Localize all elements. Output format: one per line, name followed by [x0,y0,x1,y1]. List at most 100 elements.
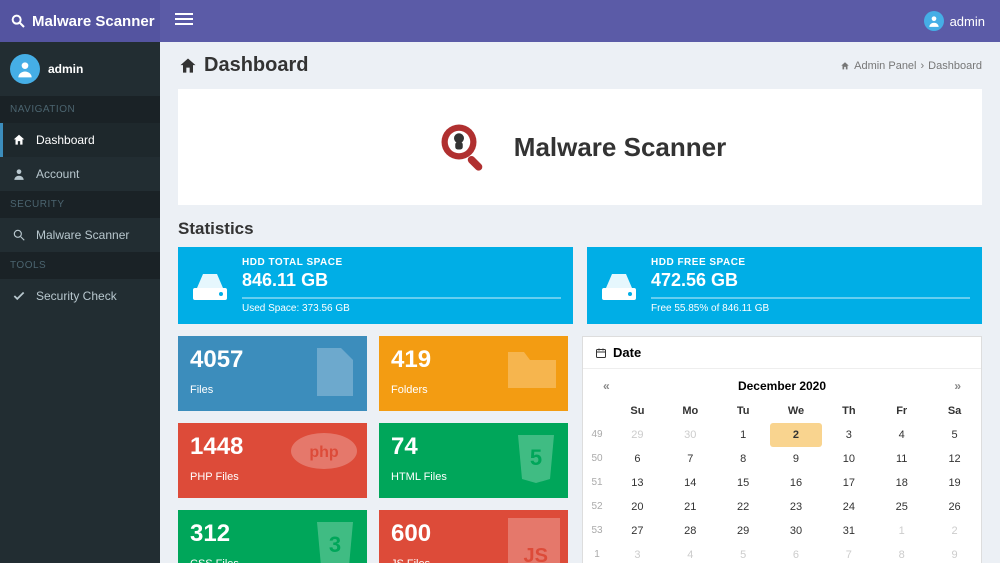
home-icon [12,133,26,147]
sidebar-item-label: Dashboard [36,133,95,147]
calendar-day[interactable]: 30 [770,519,823,543]
calendar-day[interactable]: 10 [822,447,875,471]
stat-php[interactable]: 1448 PHP Files php [178,423,367,498]
calendar-day[interactable]: 8 [717,447,770,471]
sidebar-item-account[interactable]: Account [0,157,160,191]
stat-js[interactable]: 600 JS Files JS [379,510,568,563]
calendar-day[interactable]: 2 [770,423,823,447]
calendar-day[interactable]: 1 [717,423,770,447]
person-icon [15,59,35,79]
hdd-total-label: HDD TOTAL SPACE [242,257,561,268]
calendar-next[interactable]: » [954,379,961,393]
hdd-free-label: HDD FREE SPACE [651,257,970,268]
breadcrumb-current: Dashboard [928,60,982,72]
stat-html[interactable]: 74 HTML Files 5 [379,423,568,498]
app-logo[interactable]: Malware Scanner [0,0,160,42]
calendar-day[interactable]: 29 [717,519,770,543]
calendar-day[interactable]: 6 [770,543,823,563]
sidebar-item-label: Malware Scanner [36,228,129,242]
hdd-icon [599,266,639,306]
svg-text:php: php [309,444,339,461]
calendar-day[interactable]: 3 [611,543,664,563]
php-icon: php [289,431,359,471]
calendar-day[interactable]: 5 [928,423,981,447]
search-icon [12,228,26,242]
sidebar-header-security: SECURITY [0,191,160,218]
hero-banner: Malware Scanner [178,89,982,205]
calendar-day-head: Mo [664,399,717,423]
stat-folders[interactable]: 419 Folders [379,336,568,411]
calendar-day[interactable]: 7 [822,543,875,563]
person-icon [927,14,941,28]
home-icon [178,56,198,76]
calendar-day[interactable]: 29 [611,423,664,447]
calendar-day[interactable]: 14 [664,471,717,495]
css3-icon: 3 [311,518,359,563]
sidebar-header-nav: NAVIGATION [0,96,160,123]
calendar-day[interactable]: 22 [717,495,770,519]
hdd-total-value: 846.11 GB [242,270,561,291]
calendar-day[interactable]: 21 [664,495,717,519]
bug-search-icon [434,117,494,177]
calendar-week-num: 51 [583,471,611,495]
breadcrumb: Admin Panel › Dashboard [840,60,982,72]
calendar-day[interactable]: 17 [822,471,875,495]
search-icon [10,13,26,29]
calendar-day[interactable]: 15 [717,471,770,495]
calendar-day[interactable]: 5 [717,543,770,563]
hdd-free-sub: Free 55.85% of 846.11 GB [651,303,970,314]
page-title: Dashboard [178,54,308,77]
calendar-week-num: 1 [583,543,611,563]
calendar-day[interactable]: 30 [664,423,717,447]
svg-text:5: 5 [530,445,542,470]
stats-title: Statistics [160,219,1000,247]
calendar-day[interactable]: 19 [928,471,981,495]
html5-icon: 5 [512,431,560,487]
calendar-day-head: Th [822,399,875,423]
svg-text:JS: JS [524,545,548,563]
calendar-day[interactable]: 16 [770,471,823,495]
calendar-day[interactable]: 25 [875,495,928,519]
calendar-day[interactable]: 9 [928,543,981,563]
sidebar-user[interactable]: admin [0,42,160,96]
calendar-day[interactable]: 4 [664,543,717,563]
sidebar-item-malware[interactable]: Malware Scanner [0,218,160,252]
calendar-day[interactable]: 23 [770,495,823,519]
avatar [10,54,40,84]
file-icon [311,344,359,400]
calendar-day[interactable]: 27 [611,519,664,543]
calendar-day[interactable]: 31 [822,519,875,543]
hdd-total-box: HDD TOTAL SPACE 846.11 GB Used Space: 37… [178,247,573,324]
sidebar-user-name: admin [48,62,83,76]
breadcrumb-home[interactable]: Admin Panel [854,60,916,72]
calendar-day[interactable]: 18 [875,471,928,495]
calendar-day[interactable]: 28 [664,519,717,543]
calendar-day[interactable]: 4 [875,423,928,447]
stat-css[interactable]: 312 CSS Files 3 [178,510,367,563]
hdd-total-sub: Used Space: 373.56 GB [242,303,561,314]
user-menu[interactable]: admin [924,11,985,31]
calendar-day[interactable]: 24 [822,495,875,519]
calendar-day[interactable]: 11 [875,447,928,471]
sidebar-toggle[interactable] [175,12,193,30]
calendar-day[interactable]: 26 [928,495,981,519]
calendar-week-num: 49 [583,423,611,447]
calendar-title: Date [583,337,981,369]
main-content: Dashboard Admin Panel › Dashboard Malwar… [160,42,1000,563]
calendar-day[interactable]: 12 [928,447,981,471]
calendar-prev[interactable]: « [603,379,610,393]
calendar-day[interactable]: 13 [611,471,664,495]
sidebar-item-security-check[interactable]: Security Check [0,279,160,313]
calendar-day[interactable]: 3 [822,423,875,447]
calendar-day[interactable]: 20 [611,495,664,519]
calendar-day[interactable]: 8 [875,543,928,563]
stat-files[interactable]: 4057 Files [178,336,367,411]
calendar-day[interactable]: 2 [928,519,981,543]
sidebar-item-dashboard[interactable]: Dashboard [0,123,160,157]
calendar-day[interactable]: 1 [875,519,928,543]
calendar-day[interactable]: 7 [664,447,717,471]
calendar-day[interactable]: 6 [611,447,664,471]
topbar: Malware Scanner admin [0,0,1000,42]
calendar-day[interactable]: 9 [770,447,823,471]
calendar-week-num: 50 [583,447,611,471]
